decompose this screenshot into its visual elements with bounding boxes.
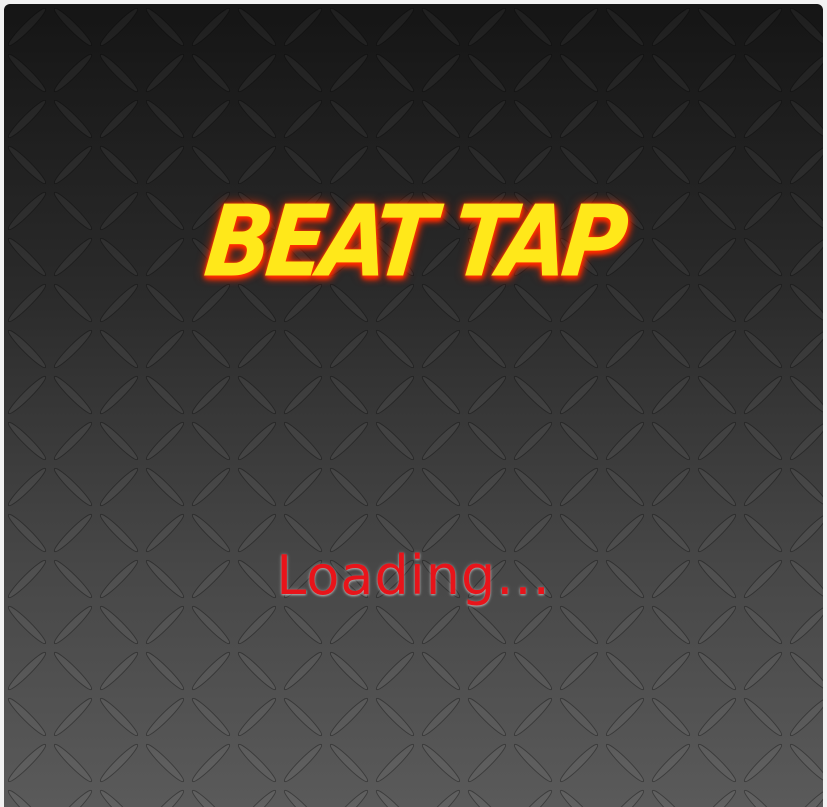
game-screen[interactable]: BEAT TAP Loading... [4, 4, 823, 807]
diamond-plate-texture [4, 4, 823, 807]
game-title-logo: BEAT TAP [199, 183, 628, 300]
game-frame: BEAT TAP Loading... [0, 0, 827, 807]
loading-text: Loading... [276, 544, 551, 607]
